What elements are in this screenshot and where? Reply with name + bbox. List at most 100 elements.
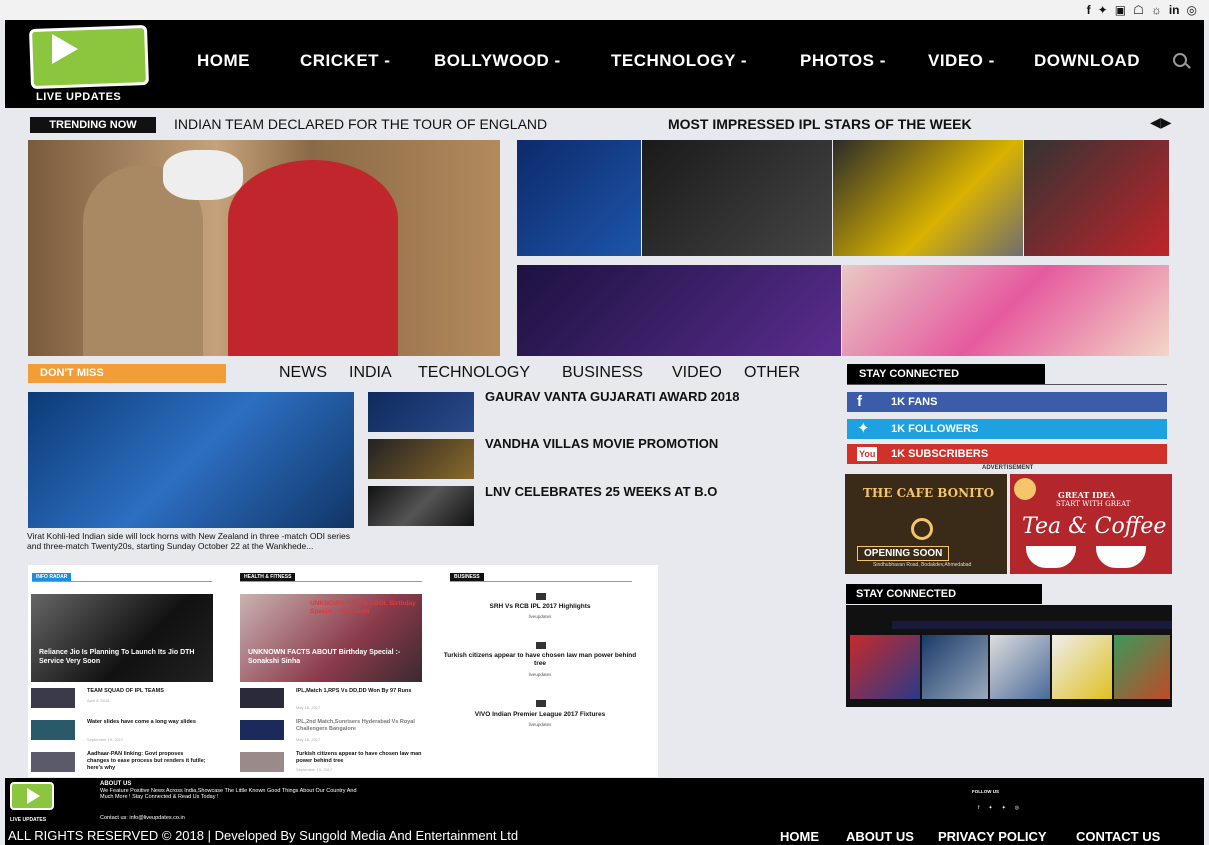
tab-business[interactable]: BUSINESS — [562, 364, 643, 382]
col1-feature[interactable]: Reliance Jio Is Planning To Launch Its J… — [31, 594, 213, 682]
nav-home[interactable]: HOME — [197, 51, 250, 71]
nav-cricket[interactable]: CRICKET - — [300, 51, 390, 71]
youtube-subscribers-button[interactable]: You 1K SUBSCRIBERS — [847, 444, 1167, 464]
nav-download[interactable]: DOWNLOAD — [1034, 51, 1140, 71]
snapchat-icon[interactable]: ☼ — [1151, 3, 1162, 17]
list-thumb[interactable] — [31, 688, 75, 708]
ad1-location: Sindhubhavan Road, Bodakdev,Ahmedabad — [873, 562, 972, 568]
stay-connected-title: STAY CONNECTED — [847, 364, 1045, 384]
list-date: May 15, 2017 — [296, 737, 321, 742]
cup-icon — [1096, 546, 1146, 568]
twitter-icon[interactable]: ✦ — [1098, 3, 1108, 17]
instagram-icon[interactable]: ▣ — [1115, 3, 1126, 17]
twitter-followers-button[interactable]: ✦ 1K FOLLOWERS — [847, 419, 1167, 439]
instagram-icon[interactable]: ◎ — [1015, 805, 1019, 811]
list-title[interactable]: Aadhaar-PAN linking: Govt proposes chang… — [87, 751, 207, 772]
list-thumb[interactable] — [31, 752, 75, 772]
facebook-icon[interactable]: f — [1087, 3, 1091, 17]
ipl-star-image-3[interactable] — [833, 140, 1023, 256]
ad-cafe-bonito[interactable]: THE CAFE BONITO OPENING SOON Sindhubhava… — [845, 474, 1007, 574]
nav-bollywood[interactable]: BOLLYWOOD - — [434, 51, 561, 71]
channel-nav — [892, 621, 1172, 629]
story-thumb-3[interactable] — [368, 486, 474, 526]
youtube-count: 1K SUBSCRIBERS — [891, 448, 989, 460]
main-news-caption[interactable]: Virat Kohli-led Indian side will lock ho… — [27, 531, 359, 551]
list-thumb[interactable] — [240, 688, 284, 708]
hero-image[interactable] — [28, 140, 500, 356]
nav-video[interactable]: VIDEO - — [928, 51, 995, 71]
story-thumb-1[interactable] — [368, 392, 474, 432]
play-icon — [27, 788, 40, 804]
twitter-icon[interactable]: ✦ — [1002, 805, 1006, 811]
follow-us-label: FOLLOW US — [972, 789, 999, 794]
ad2-main: Tea & Coffee — [1022, 514, 1167, 539]
tab-news[interactable]: NEWS — [279, 364, 327, 382]
story-title-1[interactable]: GAURAV VANTA GUJARATI AWARD 2018 — [485, 389, 740, 404]
ad-tea-coffee[interactable]: GREAT IDEA START WITH GREAT Tea & Coffee — [1010, 474, 1172, 574]
footer-nav-privacy[interactable]: PRIVACY POLICY — [938, 829, 1047, 844]
video-thumb[interactable] — [922, 635, 988, 699]
list-date: May 15, 2017 — [296, 705, 321, 710]
ipl-star-image-2[interactable] — [642, 140, 832, 256]
divider — [847, 384, 1167, 385]
biz-meta: liveupdates — [528, 722, 552, 727]
list-thumb[interactable] — [240, 752, 284, 772]
list-thumb[interactable] — [31, 720, 75, 740]
trending-headline[interactable]: INDIAN TEAM DECLARED FOR THE TOUR OF ENG… — [174, 116, 547, 132]
story-title-3[interactable]: LNV CELEBRATES 25 WEEKS AT B.O — [485, 484, 717, 499]
list-date: September 19, 2017 — [87, 737, 124, 742]
ad1-title: THE CAFE BONITO — [863, 486, 995, 500]
story-title-2[interactable]: VANDHA VILLAS MOVIE PROMOTION — [485, 436, 718, 451]
story-thumb-2[interactable] — [368, 439, 474, 479]
search-icon[interactable] — [1173, 53, 1187, 67]
video-thumb[interactable] — [990, 635, 1050, 699]
contact-text[interactable]: Contact us: info@liveupdates.co.in — [100, 815, 185, 821]
main-news-image[interactable] — [28, 392, 354, 528]
video-thumb[interactable] — [850, 635, 920, 699]
twitter-icon[interactable]: ✦ — [988, 805, 992, 811]
tab-india[interactable]: INDIA — [349, 364, 392, 382]
trending-headline-2[interactable]: MOST IMPRESSED IPL STARS OF THE WEEK — [668, 116, 972, 132]
youtube-channel-embed[interactable] — [846, 605, 1172, 707]
nav-technology[interactable]: TECHNOLOGY - — [611, 51, 747, 71]
trending-badge: TRENDING NOW — [30, 117, 156, 133]
list-title[interactable]: Water slides have come a long way slides — [87, 719, 207, 726]
tab-other[interactable]: OTHER — [744, 364, 800, 382]
video-icon — [536, 700, 546, 707]
ipl-star-image-5[interactable] — [517, 265, 841, 356]
list-date: April 9, 2018 — [87, 698, 110, 703]
footer-nav-about[interactable]: ABOUT US — [846, 829, 914, 844]
footer-nav-home[interactable]: HOME — [780, 829, 819, 844]
tab-technology[interactable]: TECHNOLOGY — [418, 364, 530, 382]
facebook-fans-button[interactable]: f 1K FANS — [847, 392, 1167, 412]
linkedin-icon[interactable]: in — [1169, 3, 1180, 17]
biz-title[interactable]: SRH Vs RCB IPL 2017 Highlights — [440, 603, 640, 611]
facebook-count: 1K FANS — [891, 396, 938, 408]
facebook-icon[interactable]: f — [978, 805, 979, 811]
video-thumb[interactable] — [1114, 635, 1170, 699]
list-date: September 19, 2017 — [296, 767, 333, 772]
wedding-image[interactable] — [842, 265, 1169, 356]
biz-title[interactable]: VIVO Indian Premier League 2017 Fixtures — [440, 711, 640, 719]
whatsapp-icon[interactable]: ◎ — [1187, 3, 1197, 17]
divider — [32, 581, 212, 582]
footer-nav-contact[interactable]: CONTACT US — [1076, 829, 1160, 844]
list-title[interactable]: IPL,2nd Match,Sunrisers Hyderabad Vs Roy… — [296, 719, 422, 733]
col2-feature[interactable]: UNKNOWN FACTS ABOL Birthday Special :- S… — [240, 594, 422, 682]
video-thumb[interactable] — [1052, 635, 1112, 699]
copyright: ALL RIGHTS RESERVED © 2018 | Developed B… — [8, 828, 519, 843]
list-thumb[interactable] — [240, 720, 284, 740]
nav-photos[interactable]: PHOTOS - — [800, 51, 886, 71]
dont-miss-badge: DON'T MISS — [28, 364, 226, 383]
logo-play-icon[interactable] — [28, 24, 150, 90]
trending-arrows-icon[interactable]: ◀▶ — [1150, 114, 1172, 131]
ipl-star-image-1[interactable] — [517, 140, 641, 256]
ipl-star-image-4[interactable] — [1024, 140, 1169, 256]
biz-title[interactable]: Turkish citizens appear to have chosen l… — [440, 652, 640, 668]
list-title[interactable]: IPL,Match 1,RPS Vs DD,DD Won By 97 Runs — [296, 688, 422, 695]
col1-feature-title: Reliance Jio Is Planning To Launch Its J… — [39, 649, 195, 665]
list-title[interactable]: Turkish citizens appear to have chosen l… — [296, 751, 422, 765]
youtube-icon[interactable]: ☖ — [1133, 3, 1144, 17]
tab-video[interactable]: VIDEO — [672, 364, 722, 382]
list-title[interactable]: TEAM SQUAD OF IPL TEAMS — [87, 688, 207, 695]
